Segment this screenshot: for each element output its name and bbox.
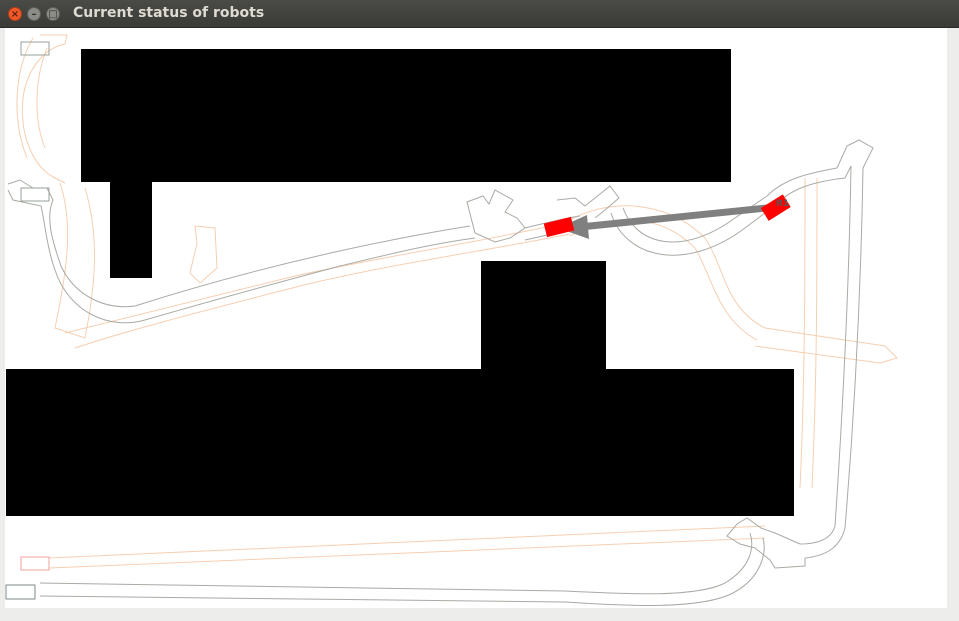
dock-bottom-left [5, 584, 36, 600]
map-svg: R1 [5, 34, 898, 606]
obstacle-middle [481, 261, 606, 371]
obstacle-post [110, 182, 152, 278]
robot-label: R1 [776, 199, 789, 209]
dock-left [20, 187, 50, 202]
minimize-icon[interactable]: – [27, 7, 41, 21]
dock-bottom-red [20, 556, 50, 571]
obstacle-top [81, 49, 731, 182]
robot-r1[interactable]: R1 [760, 194, 791, 221]
map-canvas[interactable]: R1 [5, 28, 947, 608]
title-bar[interactable]: × – □ Current status of robots [0, 0, 959, 28]
window-title: Current status of robots [73, 5, 265, 21]
robot-status-window: × – □ Current status of robots R1 [0, 0, 959, 621]
obstacle-bottom [6, 369, 794, 516]
maximize-icon[interactable]: □ [46, 7, 60, 21]
close-icon[interactable]: × [8, 7, 22, 21]
